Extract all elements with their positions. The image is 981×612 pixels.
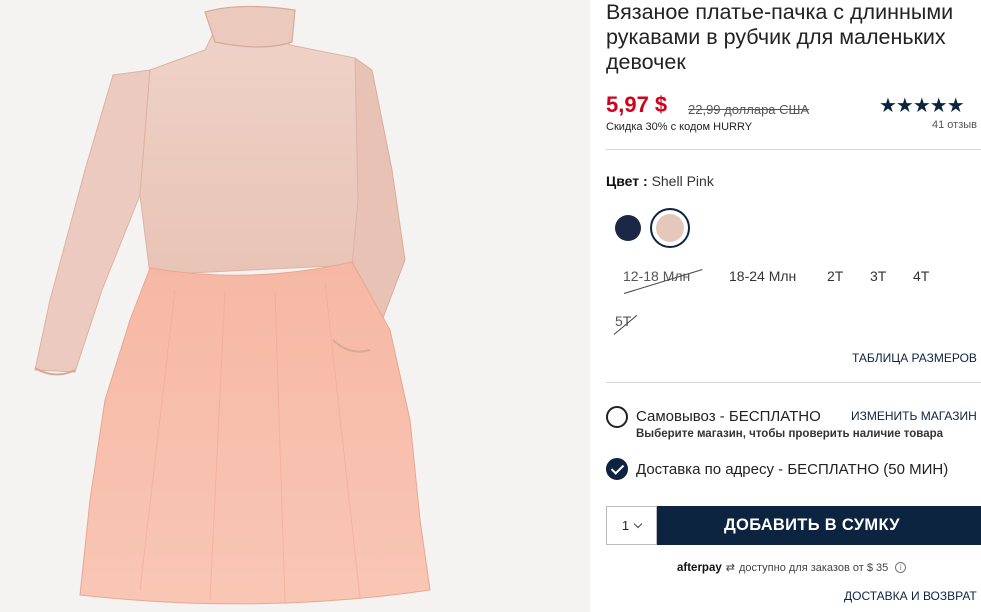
pickup-radio[interactable] [606,406,628,428]
title-line-3: девочек [606,50,686,74]
product-title: Вязаное платье-пачка с длинными рукавами… [606,0,981,75]
title-line-2: рукавами в рубчик для маленьких [606,25,946,49]
quantity-select[interactable]: 1 [606,506,657,545]
pickup-label: Самовывоз - БЕСПЛАТНО [636,408,821,425]
product-image[interactable] [0,0,590,612]
shipping-radio[interactable] [606,458,628,480]
swatch-shell-pink-fill [656,214,684,242]
size-option[interactable]: 2T [827,268,843,284]
change-store-link[interactable]: ИЗМЕНИТЬ МАГАЗИН [851,409,977,423]
quantity-value: 1 [621,518,630,533]
title-line-1: Вязаное платье-пачка с длинными [606,0,954,24]
shipping-label: Доставка по адресу - БЕСПЛАТНО (50 МИН) [636,461,949,478]
color-selected-name: Shell Pink [651,173,714,189]
divider [606,149,981,150]
original-price: 22,99 доллара США [688,102,810,117]
pickup-subtext: Выберите магазин, чтобы проверить наличи… [636,428,944,440]
color-label-row: Цвет : Shell Pink [606,173,714,189]
shipping-returns-link[interactable]: ДОСТАВКА И ВОЗВРАТ [844,589,977,603]
swatch-navy[interactable] [615,215,641,241]
info-icon[interactable]: i [895,562,907,573]
afterpay-arrows-icon: ⇄ [725,562,735,574]
sale-price: 5,97 $ [606,92,668,117]
discount-note: Скидка 30% с кодом HURRY [606,121,753,133]
swatch-shell-pink[interactable] [650,208,690,248]
rating-stars-icon[interactable]: ★★★★★ [879,93,965,118]
divider [606,382,981,383]
afterpay-note: afterpay ⇄ доступно для заказов от $ 35 … [677,561,907,574]
afterpay-text: доступно для заказов от $ 35 [738,561,889,574]
afterpay-logo: afterpay [677,561,722,574]
size-chart-link[interactable]: ТАБЛИЦА РАЗМЕРОВ [852,351,977,365]
size-option[interactable]: 18-24 Млн [729,268,796,284]
reviews-link[interactable]: 41 отзыв [932,119,977,131]
chevron-down-icon [633,519,643,529]
dress-illustration [34,5,431,605]
add-to-bag-button[interactable]: ДОБАВИТЬ В СУМКУ [657,506,981,545]
size-option[interactable]: 4T [913,268,929,284]
size-option[interactable]: 3T [870,268,886,284]
product-details: Вязаное платье-пачка с длинными рукавами… [606,0,981,612]
color-label: Цвет : [606,173,648,189]
